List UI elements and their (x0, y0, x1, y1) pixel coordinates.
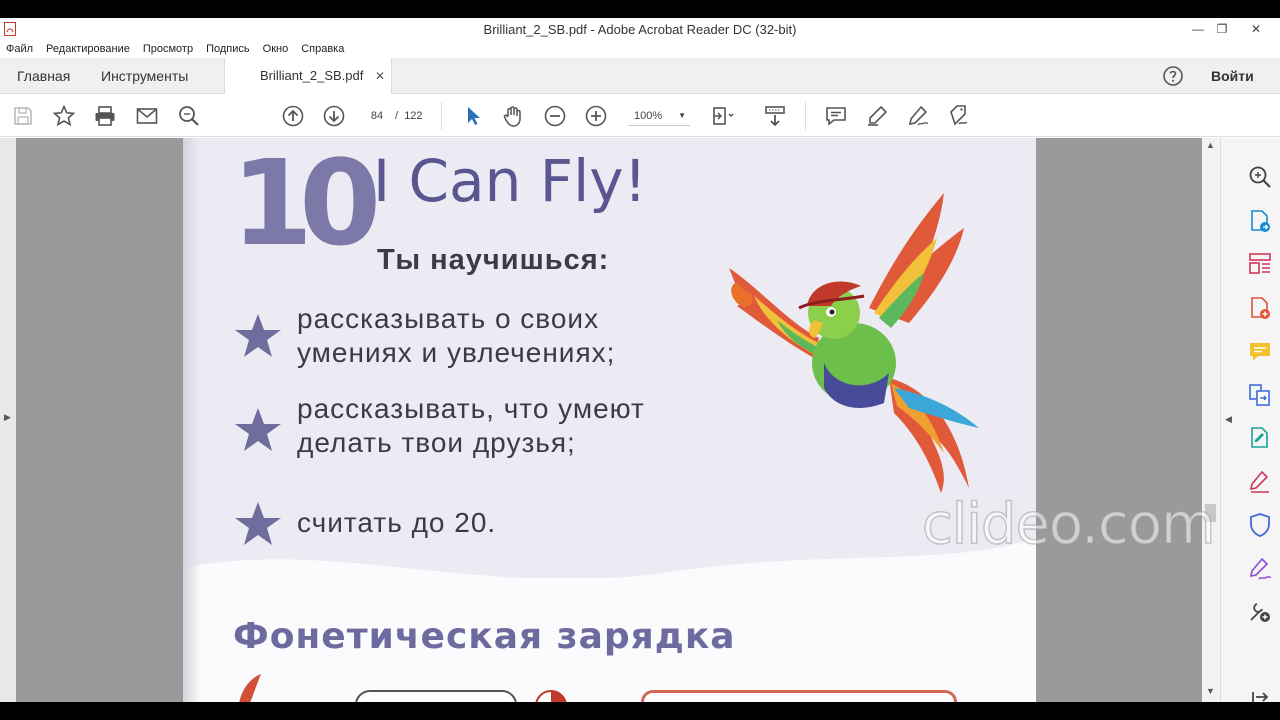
save-icon[interactable] (11, 104, 35, 128)
page-number-input[interactable]: 84 (364, 106, 390, 126)
zoom-select[interactable]: 100% ▼ (628, 106, 690, 126)
unit-title: I Can Fly! (373, 147, 647, 215)
page-wave-divider (183, 538, 1036, 608)
tab-home[interactable]: Главная (17, 58, 70, 94)
page-fit-icon[interactable] (711, 104, 735, 128)
vertical-scrollbar[interactable]: ▲ ▼ (1202, 138, 1220, 702)
window-title: Brilliant_2_SB.pdf - Adobe Acrobat Reade… (483, 22, 797, 37)
restore-button[interactable]: ❐ (1210, 20, 1234, 38)
expand-left-icon[interactable]: ▶ (4, 412, 11, 423)
right-tools-panel: ◀ (1220, 138, 1280, 702)
star-bullet-icon (235, 502, 281, 545)
combine-files-icon[interactable] (1247, 382, 1273, 408)
search-zoom-icon[interactable] (1247, 164, 1273, 190)
goal-item: рассказывать о своих умениях и увлечения… (297, 302, 615, 370)
page-total-count: 122 (404, 110, 423, 122)
title-bar: Brilliant_2_SB.pdf - Adobe Acrobat Reade… (0, 18, 1280, 40)
goal-line: делать твои друзья; (297, 427, 576, 458)
left-panel-toggle[interactable]: ▶ (0, 138, 16, 702)
page-separator: / (395, 110, 399, 122)
sign-icon[interactable] (906, 104, 930, 128)
goal-line: умениях и увлечениях; (297, 337, 616, 368)
watermark: clideo.com (921, 491, 1216, 558)
tab-tools[interactable]: Инструменты (101, 58, 188, 94)
bookmark-star-icon[interactable] (52, 104, 76, 128)
tab-document[interactable]: Brilliant_2_SB.pdf ✕ (224, 58, 392, 95)
highlight-pen-icon[interactable] (865, 104, 889, 128)
email-icon[interactable] (135, 104, 159, 128)
fill-sign-icon[interactable] (947, 104, 971, 128)
parrot-illustration (729, 193, 979, 493)
zoom-value: 100% (634, 110, 663, 122)
menu-bar: Файл Редактирование Просмотр Подпись Окн… (0, 40, 357, 58)
scroll-up-icon[interactable]: ▲ (1206, 140, 1215, 150)
toolbar-divider (441, 102, 442, 130)
toolbar-divider (805, 102, 806, 130)
toolbar: 84 / 122 100% ▼ (0, 94, 1280, 137)
close-window-button[interactable]: ✕ (1244, 20, 1268, 38)
create-pdf-icon[interactable] (1247, 295, 1273, 321)
goal-line: рассказывать, что умеют (297, 393, 645, 424)
comment-icon[interactable] (824, 104, 848, 128)
menu-window[interactable]: Окно (263, 40, 289, 58)
select-arrow-icon[interactable] (461, 104, 485, 128)
goal-line: рассказывать о своих (297, 303, 600, 334)
document-viewer[interactable]: ▶ 10 I Can Fly! Ты научишься: рассказыва… (0, 138, 1220, 702)
section-title: Фонетическая зарядка (233, 616, 736, 657)
page-total: / 122 (395, 106, 423, 126)
star-bullet-icon (235, 314, 281, 357)
send-sign-icon[interactable] (1247, 556, 1273, 582)
organize-pages-icon[interactable] (1247, 251, 1273, 277)
scroll-mode-icon[interactable] (763, 104, 787, 128)
chevron-down-icon: ▼ (678, 111, 686, 120)
feather-decoration (239, 674, 261, 702)
comment-icon[interactable] (1247, 339, 1273, 365)
learning-goals-heading: Ты научишься: (377, 244, 610, 276)
pdf-page[interactable]: 10 I Can Fly! Ты научишься: рассказывать… (183, 138, 1036, 702)
protect-icon[interactable] (1247, 512, 1273, 538)
menu-file[interactable]: Файл (6, 40, 33, 58)
exercise-box (355, 690, 517, 702)
goal-line: считать до 20. (297, 507, 497, 538)
unit-number: 10 (231, 138, 381, 272)
goal-item: рассказывать, что умеют делать твои друз… (297, 392, 645, 460)
document-tab-label: Brilliant_2_SB.pdf (260, 68, 364, 83)
hand-icon[interactable] (501, 104, 525, 128)
star-bullet-icon (235, 408, 281, 451)
help-icon[interactable] (1162, 65, 1184, 87)
ball-decoration (535, 690, 567, 702)
zoom-in-icon[interactable] (584, 104, 608, 128)
signin-button[interactable]: Войти (1211, 58, 1254, 94)
print-icon[interactable] (93, 104, 117, 128)
search-icon[interactable] (177, 104, 201, 128)
fill-sign-icon[interactable] (1247, 469, 1273, 495)
tab-bar: Главная Инструменты Brilliant_2_SB.pdf ✕… (0, 58, 1280, 95)
acrobat-window: Brilliant_2_SB.pdf - Adobe Acrobat Reade… (0, 18, 1280, 702)
close-tab-icon[interactable]: ✕ (375, 58, 385, 94)
minimize-button[interactable]: — (1186, 20, 1210, 38)
goal-item: считать до 20. (297, 506, 496, 540)
collapse-panel-icon[interactable] (1247, 684, 1273, 702)
page-up-icon[interactable] (281, 104, 305, 128)
menu-help[interactable]: Справка (301, 40, 344, 58)
menu-edit[interactable]: Редактирование (46, 40, 130, 58)
edit-pdf-icon[interactable] (1247, 425, 1273, 451)
page-gutter-shadow (183, 138, 201, 702)
collapse-panel-icon[interactable]: ◀ (1225, 414, 1232, 425)
menu-sign[interactable]: Подпись (206, 40, 250, 58)
menu-view[interactable]: Просмотр (143, 40, 193, 58)
scroll-down-icon[interactable]: ▼ (1206, 686, 1215, 696)
export-pdf-icon[interactable] (1247, 208, 1273, 234)
zoom-out-icon[interactable] (543, 104, 567, 128)
page-down-icon[interactable] (322, 104, 346, 128)
exercise-box (641, 690, 957, 702)
more-tools-icon[interactable] (1247, 599, 1273, 625)
